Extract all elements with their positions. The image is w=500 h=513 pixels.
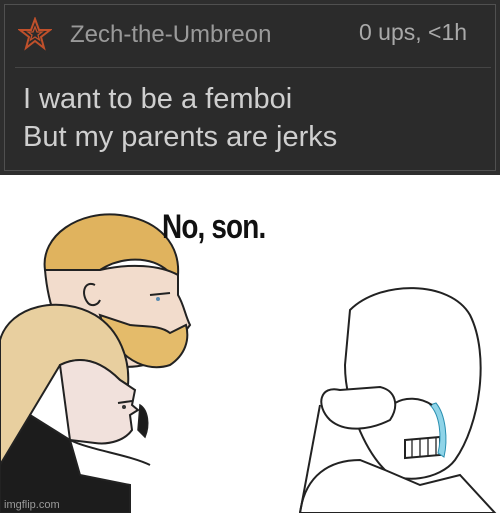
comment-panel: Zech-the-Umbreon 0 ups, <1h I want to be… [0,0,500,175]
comment-text-line-1: I want to be a femboi [23,83,293,115]
comment-card: Zech-the-Umbreon 0 ups, <1h I want to be… [4,4,496,171]
star-icon [18,17,52,51]
comment-text-line-2: But my parents are jerks [23,121,338,153]
comment-divider [15,67,491,68]
username-link[interactable]: Zech-the-Umbreon [70,21,271,49]
meme-image: No, son. imgflip.com [0,175,500,513]
crying-wojak-figure [298,287,497,513]
comment-header: Zech-the-Umbreon 0 ups, <1h [5,5,495,63]
imgflip-watermark: imgflip.com [4,499,60,511]
meme-caption: No, son. [162,208,266,246]
comment-meta: 0 ups, <1h [359,19,468,45]
